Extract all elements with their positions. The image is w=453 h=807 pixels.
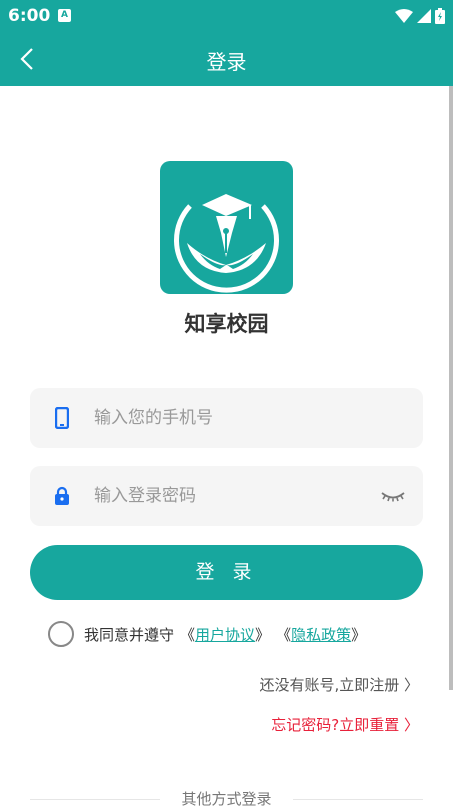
graduation-pen-icon [174, 194, 279, 293]
battery-icon [435, 8, 445, 24]
agree-checkbox[interactable] [48, 621, 74, 647]
bracket-open: 《 [276, 625, 292, 644]
wifi-icon [395, 9, 413, 23]
phone-field[interactable] [30, 388, 423, 448]
scrollbar[interactable] [449, 86, 453, 690]
login-button[interactable]: 登 录 [30, 545, 423, 600]
agree-text: 我同意并遵守 [84, 625, 175, 644]
user-agreement-link[interactable]: 用户协议 [195, 624, 255, 645]
app-bar: 登录 [0, 32, 453, 86]
bracket-close: 》 [255, 625, 271, 644]
other-login-label: 其他方式登录 [181, 790, 272, 807]
bracket-open: 《 [180, 625, 196, 644]
app-logo [160, 161, 293, 294]
status-icons [395, 8, 445, 24]
status-bar: 6:00 A [0, 0, 453, 32]
eye-closed-icon[interactable] [379, 486, 407, 506]
password-input[interactable] [94, 466, 374, 526]
privacy-policy-link[interactable]: 隐私政策 [291, 624, 351, 645]
page-title: 登录 [206, 50, 247, 74]
bracket-close: 》 [351, 625, 367, 644]
password-field[interactable] [30, 466, 423, 526]
register-link[interactable]: 还没有账号,立即注册 〉 [259, 674, 419, 695]
status-time: 6:00 [8, 6, 51, 26]
lock-icon [52, 484, 72, 508]
phone-icon [52, 406, 72, 430]
forgot-password-link[interactable]: 忘记密码?立即重置 〉 [271, 714, 419, 735]
phone-input[interactable] [94, 388, 374, 448]
notification-icon: A [58, 9, 71, 22]
app-name: 知享校园 [184, 312, 269, 336]
signal-icon [417, 9, 431, 23]
agreement-row: 我同意并遵守 《 用户协议 》 《 隐私政策 》 [48, 620, 366, 648]
